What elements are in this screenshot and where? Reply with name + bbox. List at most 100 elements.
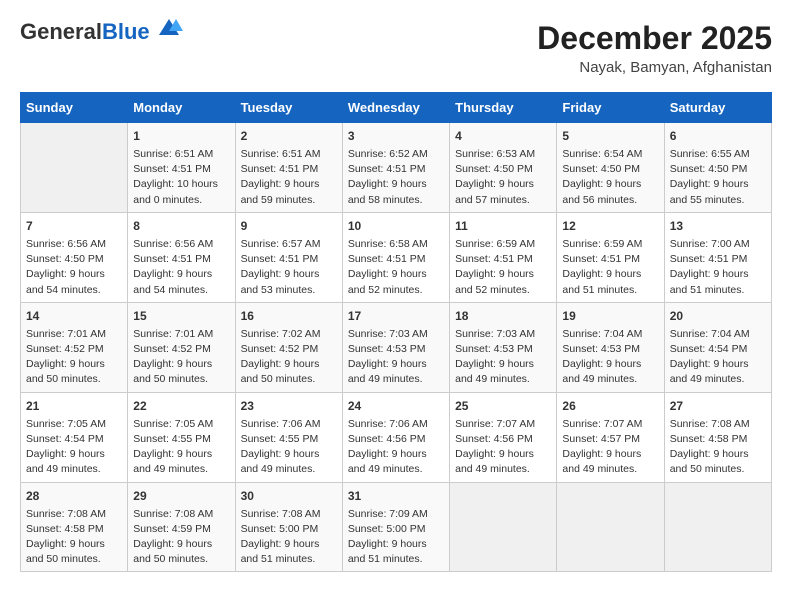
- week-row-1: 1 Sunrise: 6:51 AM Sunset: 4:51 PM Daylig…: [21, 123, 772, 213]
- day-info: Sunrise: 7:05 AM Sunset: 4:54 PM Dayligh…: [26, 417, 122, 478]
- week-row-5: 28 Sunrise: 7:08 AM Sunset: 4:58 PM Dayli…: [21, 482, 772, 572]
- day-number: 4: [455, 127, 551, 145]
- title-block: December 2025 Nayak, Bamyan, Afghanistan: [537, 20, 772, 76]
- day-cell: 20Sunrise: 7:04 AM Sunset: 4:54 PM Dayli…: [664, 302, 771, 392]
- day-cell: 26Sunrise: 7:07 AM Sunset: 4:57 PM Dayli…: [557, 392, 664, 482]
- day-info: Sunrise: 6:52 AM Sunset: 4:51 PM Dayligh…: [348, 147, 444, 208]
- day-cell: 23Sunrise: 7:06 AM Sunset: 4:55 PM Dayli…: [235, 392, 342, 482]
- day-number: 9: [241, 217, 337, 235]
- day-info: Sunrise: 7:08 AM Sunset: 4:58 PM Dayligh…: [26, 507, 122, 568]
- logo-line1: General: [20, 19, 102, 44]
- week-row-4: 21 Sunrise: 7:05 AM Sunset: 4:54 PM Dayli…: [21, 392, 772, 482]
- day-number: 21: [26, 397, 122, 415]
- day-cell: 8Sunrise: 6:56 AM Sunset: 4:51 PM Daylig…: [128, 212, 235, 302]
- day-number: 31: [348, 487, 444, 505]
- day-info: Sunrise: 7:07 AM Sunset: 4:56 PM Dayligh…: [455, 417, 551, 478]
- day-number: 8: [133, 217, 229, 235]
- day-number: 6: [670, 127, 766, 145]
- day-number: 14: [26, 307, 122, 325]
- day-number: 17: [348, 307, 444, 325]
- day-cell: 17 Sunrise: 7:03 AM Sunset: 4:53 PM Dayli…: [342, 302, 449, 392]
- day-info: Sunrise: 6:57 AM Sunset: 4:51 PM Dayligh…: [241, 237, 337, 298]
- day-number: 22: [133, 397, 229, 415]
- day-info: Sunrise: 6:56 AM Sunset: 4:50 PM Dayligh…: [26, 237, 122, 298]
- subtitle: Nayak, Bamyan, Afghanistan: [537, 59, 772, 76]
- day-number: 30: [241, 487, 337, 505]
- day-info: Sunrise: 6:51 AM Sunset: 4:51 PM Dayligh…: [241, 147, 337, 208]
- day-cell: [21, 123, 128, 213]
- col-header-saturday: Saturday: [664, 93, 771, 123]
- logo: GeneralBlue: [20, 20, 184, 44]
- day-cell: 14Sunrise: 7:01 AM Sunset: 4:52 PM Dayli…: [21, 302, 128, 392]
- day-number: 23: [241, 397, 337, 415]
- day-info: Sunrise: 7:01 AM Sunset: 4:52 PM Dayligh…: [133, 327, 229, 388]
- day-number: 28: [26, 487, 122, 505]
- day-cell: 11 Sunrise: 6:59 AM Sunset: 4:51 PM Dayli…: [450, 212, 557, 302]
- day-cell: 24Sunrise: 7:06 AM Sunset: 4:56 PM Dayli…: [342, 392, 449, 482]
- day-number: 2: [241, 127, 337, 145]
- day-info: Sunrise: 7:08 AM Sunset: 4:58 PM Dayligh…: [670, 417, 766, 478]
- col-header-friday: Friday: [557, 93, 664, 123]
- day-number: 3: [348, 127, 444, 145]
- col-header-tuesday: Tuesday: [235, 93, 342, 123]
- day-info: Sunrise: 7:02 AM Sunset: 4:52 PM Dayligh…: [241, 327, 337, 388]
- day-number: 11: [455, 217, 551, 235]
- day-number: 25: [455, 397, 551, 415]
- day-cell: 22Sunrise: 7:05 AM Sunset: 4:55 PM Dayli…: [128, 392, 235, 482]
- day-info: Sunrise: 6:58 AM Sunset: 4:51 PM Dayligh…: [348, 237, 444, 298]
- day-cell: 7 Sunrise: 6:56 AM Sunset: 4:50 PM Daylig…: [21, 212, 128, 302]
- day-number: 27: [670, 397, 766, 415]
- day-number: 26: [562, 397, 658, 415]
- day-cell: 4 Sunrise: 6:53 AM Sunset: 4:50 PM Daylig…: [450, 123, 557, 213]
- logo-text: GeneralBlue: [20, 20, 150, 44]
- day-info: Sunrise: 7:04 AM Sunset: 4:54 PM Dayligh…: [670, 327, 766, 388]
- day-cell: 3 Sunrise: 6:52 AM Sunset: 4:51 PM Daylig…: [342, 123, 449, 213]
- day-number: 15: [133, 307, 229, 325]
- day-info: Sunrise: 6:53 AM Sunset: 4:50 PM Dayligh…: [455, 147, 551, 208]
- day-cell: 12 Sunrise: 6:59 AM Sunset: 4:51 PM Dayli…: [557, 212, 664, 302]
- col-header-thursday: Thursday: [450, 93, 557, 123]
- day-cell: 30 Sunrise: 7:08 AM Sunset: 5:00 PM Dayli…: [235, 482, 342, 572]
- day-cell: 2 Sunrise: 6:51 AM Sunset: 4:51 PM Daylig…: [235, 123, 342, 213]
- day-cell: 25 Sunrise: 7:07 AM Sunset: 4:56 PM Dayli…: [450, 392, 557, 482]
- day-info: Sunrise: 7:08 AM Sunset: 4:59 PM Dayligh…: [133, 507, 229, 568]
- day-number: 12: [562, 217, 658, 235]
- col-header-monday: Monday: [128, 93, 235, 123]
- logo-icon: [154, 17, 184, 37]
- day-cell: 19 Sunrise: 7:04 AM Sunset: 4:53 PM Dayli…: [557, 302, 664, 392]
- day-cell: 5Sunrise: 6:54 AM Sunset: 4:50 PM Daylig…: [557, 123, 664, 213]
- logo-line2: Blue: [102, 19, 150, 44]
- day-number: 10: [348, 217, 444, 235]
- day-info: Sunrise: 7:08 AM Sunset: 5:00 PM Dayligh…: [241, 507, 337, 568]
- week-row-2: 7 Sunrise: 6:56 AM Sunset: 4:50 PM Daylig…: [21, 212, 772, 302]
- day-number: 18: [455, 307, 551, 325]
- col-header-wednesday: Wednesday: [342, 93, 449, 123]
- day-info: Sunrise: 6:59 AM Sunset: 4:51 PM Dayligh…: [562, 237, 658, 298]
- day-number: 1: [133, 127, 229, 145]
- day-cell: [557, 482, 664, 572]
- day-cell: 21 Sunrise: 7:05 AM Sunset: 4:54 PM Dayli…: [21, 392, 128, 482]
- day-info: Sunrise: 7:03 AM Sunset: 4:53 PM Dayligh…: [455, 327, 551, 388]
- day-info: Sunrise: 6:54 AM Sunset: 4:50 PM Dayligh…: [562, 147, 658, 208]
- page-header: GeneralBlue December 2025 Nayak, Bamyan,…: [20, 20, 772, 76]
- day-info: Sunrise: 7:03 AM Sunset: 4:53 PM Dayligh…: [348, 327, 444, 388]
- day-cell: 16 Sunrise: 7:02 AM Sunset: 4:52 PM Dayli…: [235, 302, 342, 392]
- day-number: 16: [241, 307, 337, 325]
- day-cell: 13Sunrise: 7:00 AM Sunset: 4:51 PM Dayli…: [664, 212, 771, 302]
- day-cell: 27 Sunrise: 7:08 AM Sunset: 4:58 PM Dayli…: [664, 392, 771, 482]
- day-info: Sunrise: 6:59 AM Sunset: 4:51 PM Dayligh…: [455, 237, 551, 298]
- day-info: Sunrise: 7:04 AM Sunset: 4:53 PM Dayligh…: [562, 327, 658, 388]
- calendar-table: SundayMondayTuesdayWednesdayThursdayFrid…: [20, 92, 772, 572]
- day-cell: 10 Sunrise: 6:58 AM Sunset: 4:51 PM Dayli…: [342, 212, 449, 302]
- day-number: 24: [348, 397, 444, 415]
- day-number: 29: [133, 487, 229, 505]
- day-info: Sunrise: 7:00 AM Sunset: 4:51 PM Dayligh…: [670, 237, 766, 298]
- day-cell: 15 Sunrise: 7:01 AM Sunset: 4:52 PM Dayli…: [128, 302, 235, 392]
- day-cell: 28 Sunrise: 7:08 AM Sunset: 4:58 PM Dayli…: [21, 482, 128, 572]
- day-number: 7: [26, 217, 122, 235]
- day-cell: 31Sunrise: 7:09 AM Sunset: 5:00 PM Dayli…: [342, 482, 449, 572]
- day-cell: 1Sunrise: 6:51 AM Sunset: 4:51 PM Daylig…: [128, 123, 235, 213]
- day-number: 19: [562, 307, 658, 325]
- day-cell: 18 Sunrise: 7:03 AM Sunset: 4:53 PM Dayli…: [450, 302, 557, 392]
- day-cell: [450, 482, 557, 572]
